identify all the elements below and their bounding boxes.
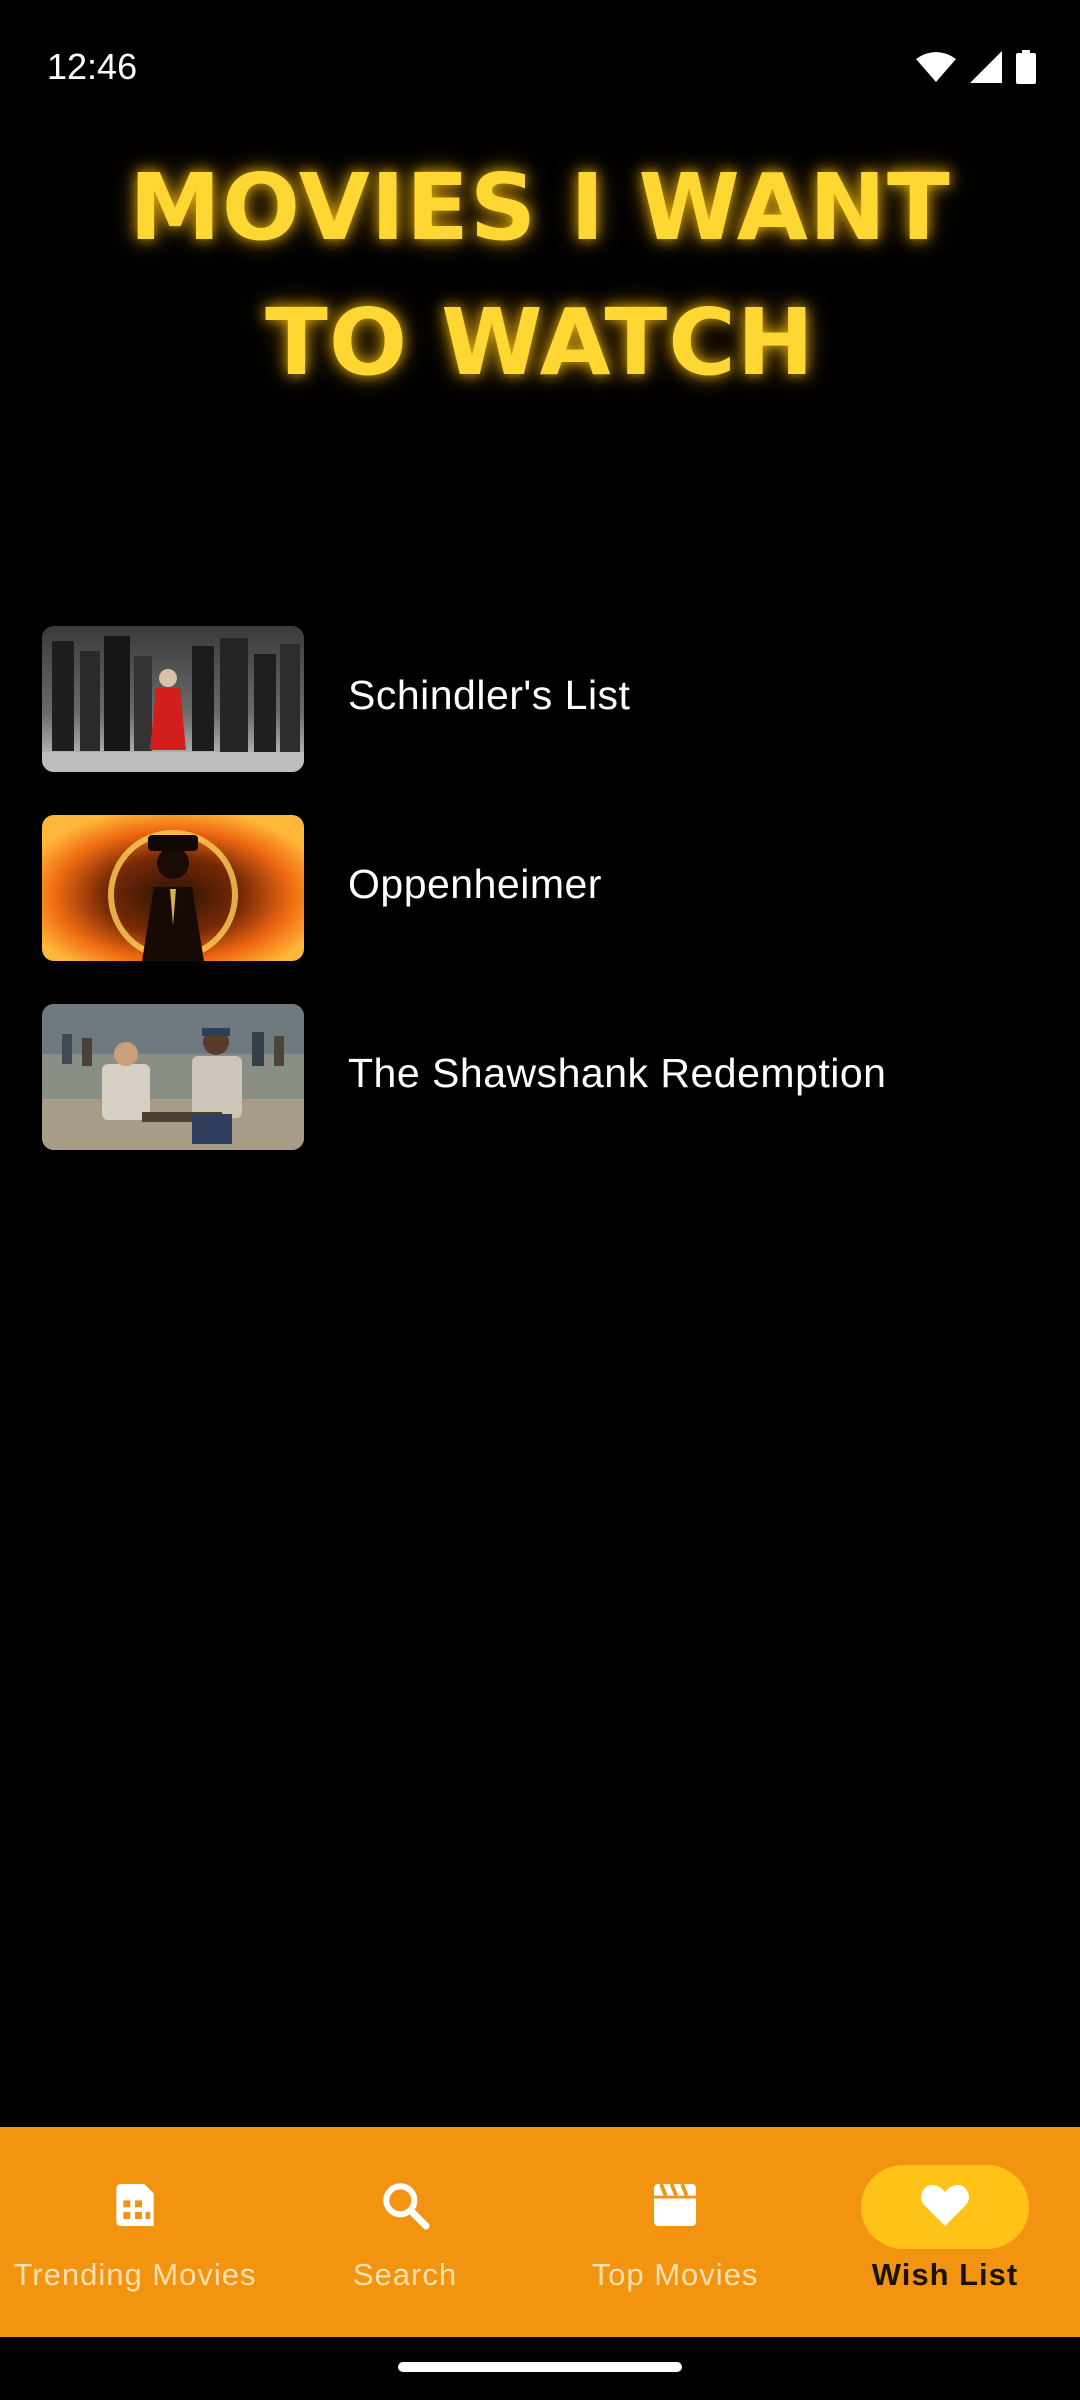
nav-label: Search [352, 2257, 458, 2292]
active-indicator [861, 2165, 1029, 2249]
nav-label: Trending Movies [13, 2257, 257, 2292]
status-icons [916, 50, 1036, 84]
list-item[interactable]: The Shawshank Redemption [0, 1000, 1080, 1189]
film-icon [107, 2177, 163, 2238]
schindlers-list-poster [42, 626, 304, 772]
list-item[interactable]: Oppenheimer [0, 811, 1080, 1000]
wishlist-screen: 12:46 MOVIES I WANT TO WATCH Schindler's… [0, 0, 1080, 2400]
oppenheimer-poster [42, 815, 304, 961]
movie-title: Oppenheimer [348, 861, 602, 907]
nav-label: Top Movies [591, 2257, 759, 2292]
list-item[interactable]: Schindler's List [0, 622, 1080, 811]
wifi-icon [916, 51, 956, 83]
wishlist-list: Schindler's List Oppenheimer The Shawsha… [0, 622, 1080, 1189]
clapperboard-icon [647, 2177, 703, 2238]
battery-icon [1016, 50, 1036, 84]
nav-label: Wish List [871, 2257, 1019, 2292]
movie-title: The Shawshank Redemption [348, 1050, 887, 1096]
nav-item-top-movies[interactable]: Top Movies [540, 2127, 810, 2337]
nav-icon-container [321, 2165, 489, 2249]
nav-item-wish-list[interactable]: Wish List [810, 2127, 1080, 2337]
status-bar: 12:46 [0, 0, 1080, 136]
search-icon [377, 2177, 433, 2238]
movie-title: Schindler's List [348, 672, 631, 718]
nav-icon-container [51, 2165, 219, 2249]
nav-icon-container [591, 2165, 759, 2249]
page-title: MOVIES I WANT TO WATCH [129, 154, 951, 396]
heart-icon [917, 2177, 973, 2238]
status-time: 12:46 [47, 46, 138, 87]
signal-icon [970, 51, 1002, 83]
gesture-bar[interactable] [398, 2362, 682, 2372]
shawshank-poster [42, 1004, 304, 1150]
nav-item-search[interactable]: Search [270, 2127, 540, 2337]
bottom-navigation: Trending Movies Search Top Movies Wish L… [0, 2127, 1080, 2337]
nav-item-trending-movies[interactable]: Trending Movies [0, 2127, 270, 2337]
